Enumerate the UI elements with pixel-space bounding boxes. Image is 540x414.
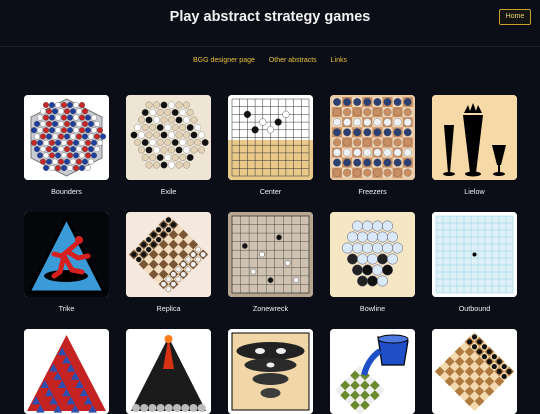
outbound-square-grid-icon [432,212,517,297]
outbound-thumbnail[interactable] [432,212,517,297]
paint-bucket-board-icon [330,329,415,414]
nav-link-bgg-designer[interactable]: BGG designer page [193,57,255,64]
game-label[interactable]: Lielow [432,187,517,196]
exile-thumbnail[interactable] [126,95,211,180]
diamond-checker-thumbnail[interactable] [432,329,517,414]
game-tile-row3-5[interactable] [432,329,517,414]
replica-diamond-board-icon [126,212,211,297]
game-label[interactable]: Trike [24,304,109,313]
game-tile-row3-1[interactable] [24,329,109,414]
zonewreck-thumbnail[interactable] [228,212,313,297]
game-tile-trike[interactable]: Trike [24,212,109,313]
game-tile-freezers[interactable]: Freezers [330,95,415,196]
page-title: Play abstract strategy games [169,9,371,25]
volcano-thumbnail[interactable] [126,329,211,414]
lielow-thumbnail[interactable] [432,95,517,180]
triangle-pyramid-thumbnail[interactable] [24,329,109,414]
game-label[interactable]: Bowline [330,304,415,313]
game-label[interactable]: Freezers [330,187,415,196]
game-tile-replica[interactable]: Replica [126,212,211,313]
diamond-checker-board-icon [432,329,517,414]
exile-hex-stones-icon [126,95,211,180]
game-tile-row3-3[interactable] [228,329,313,414]
game-label[interactable]: Zonewreck [228,304,313,313]
replica-thumbnail[interactable] [126,212,211,297]
trike-thumbnail[interactable] [24,212,109,297]
tornado-stones-icon [228,329,313,414]
paint-bucket-thumbnail[interactable] [330,329,415,414]
bounders-thumbnail[interactable] [24,95,109,180]
center-thumbnail[interactable] [228,95,313,180]
center-go-board-icon [228,95,313,180]
game-tile-outbound[interactable]: Outbound [432,212,517,313]
tornado-thumbnail[interactable] [228,329,313,414]
game-tile-row3-2[interactable] [126,329,211,414]
game-tile-zonewreck[interactable]: Zonewreck [228,212,313,313]
top-nav: BGG designer page Other abstracts Links [0,57,540,64]
zonewreck-grid-board-icon [228,212,313,297]
game-label[interactable]: Outbound [432,304,517,313]
nav-link-links[interactable]: Links [331,57,347,64]
lielow-silhouettes-icon [432,95,517,180]
game-tile-lielow[interactable]: Lielow [432,95,517,196]
nav-link-other-abstracts[interactable]: Other abstracts [269,57,317,64]
triangle-pyramid-board-icon [24,329,109,414]
game-tile-exile[interactable]: Exile [126,95,211,196]
freezers-thumbnail[interactable] [330,95,415,180]
trike-triangle-warning-icon [24,212,109,297]
page-header: Play abstract strategy games Home [0,0,540,47]
game-tile-center[interactable]: Center [228,95,313,196]
bounders-hex-board-icon [24,95,109,180]
game-tile-bowline[interactable]: Bowline [330,212,415,313]
volcano-pyramid-icon [126,329,211,414]
game-label[interactable]: Center [228,187,313,196]
home-button[interactable]: Home [499,9,531,25]
freezers-checker-board-icon [330,95,415,180]
game-tile-bounders[interactable]: Bounders [24,95,109,196]
game-tile-row3-4[interactable] [330,329,415,414]
bowline-stacked-balls-icon [330,212,415,297]
game-label[interactable]: Exile [126,187,211,196]
game-label[interactable]: Replica [126,304,211,313]
bowline-thumbnail[interactable] [330,212,415,297]
game-label[interactable]: Bounders [24,187,109,196]
